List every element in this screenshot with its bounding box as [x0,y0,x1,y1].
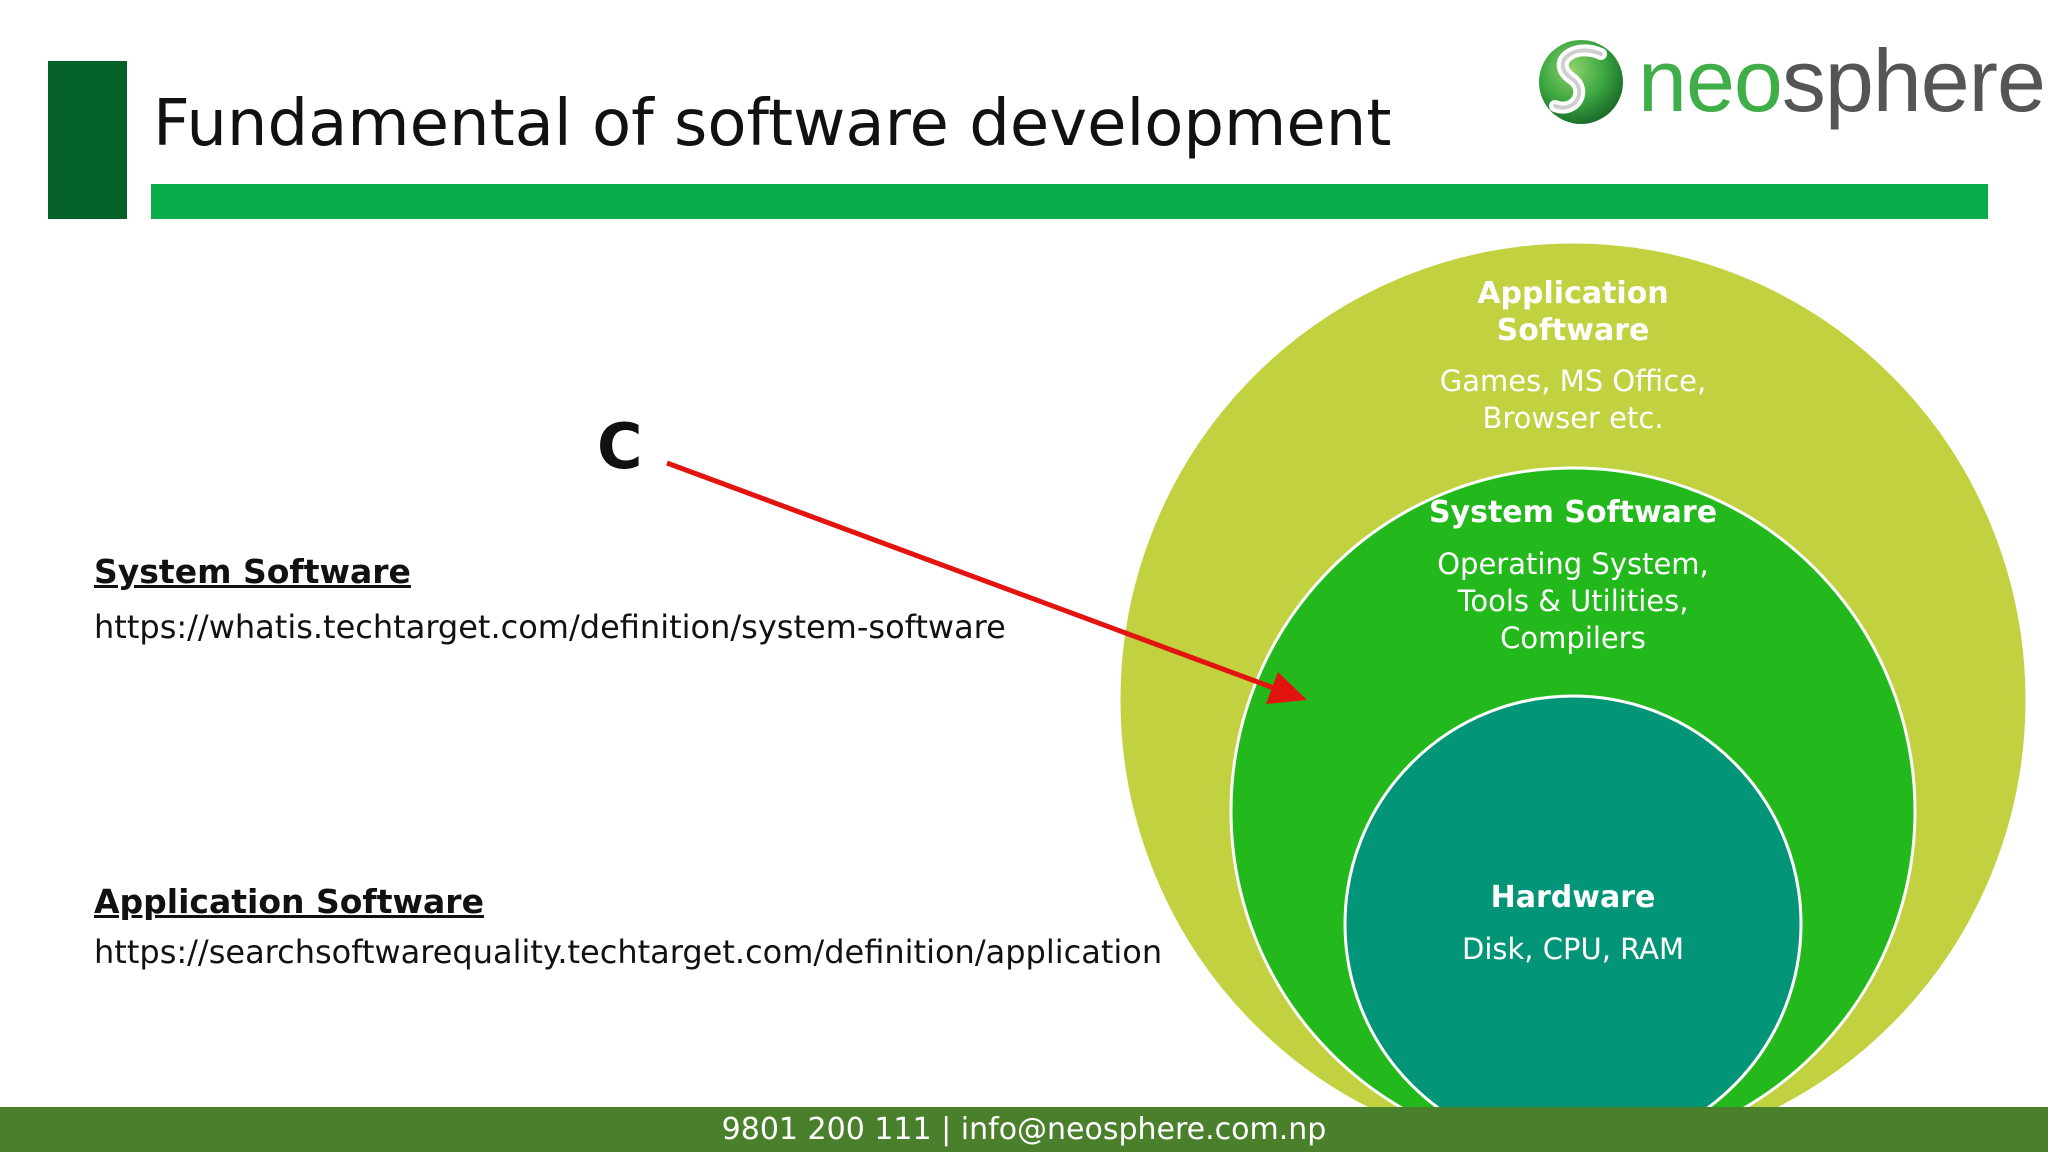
hardware-desc: Disk, CPU, RAM [1462,932,1684,966]
system-software-title: System Software [1429,495,1717,530]
application-software-desc-line2: Browser etc. [1482,401,1663,435]
footer-contact: 9801 200 111 | info@neosphere.com.np [721,1112,1327,1147]
annotation-label: C [597,410,643,483]
system-software-desc-line2: Tools & Utilities, [1457,584,1689,618]
hardware-title: Hardware [1491,880,1656,915]
footer-bar: 9801 200 111 | info@neosphere.com.np [0,1107,2048,1152]
application-software-title-line1: Application [1477,276,1668,311]
application-software-desc-line1: Games, MS Office, [1440,364,1706,398]
hardware-circle [1343,694,1803,1107]
application-software-title-line2: Software [1497,313,1650,348]
software-layers-diagram: Application Software Games, MS Office, B… [666,240,2029,1107]
system-software-desc-line1: Operating System, [1437,547,1709,581]
slide: Fundamental of software development neos… [0,0,2048,1152]
system-software-desc-line3: Compilers [1500,621,1646,655]
